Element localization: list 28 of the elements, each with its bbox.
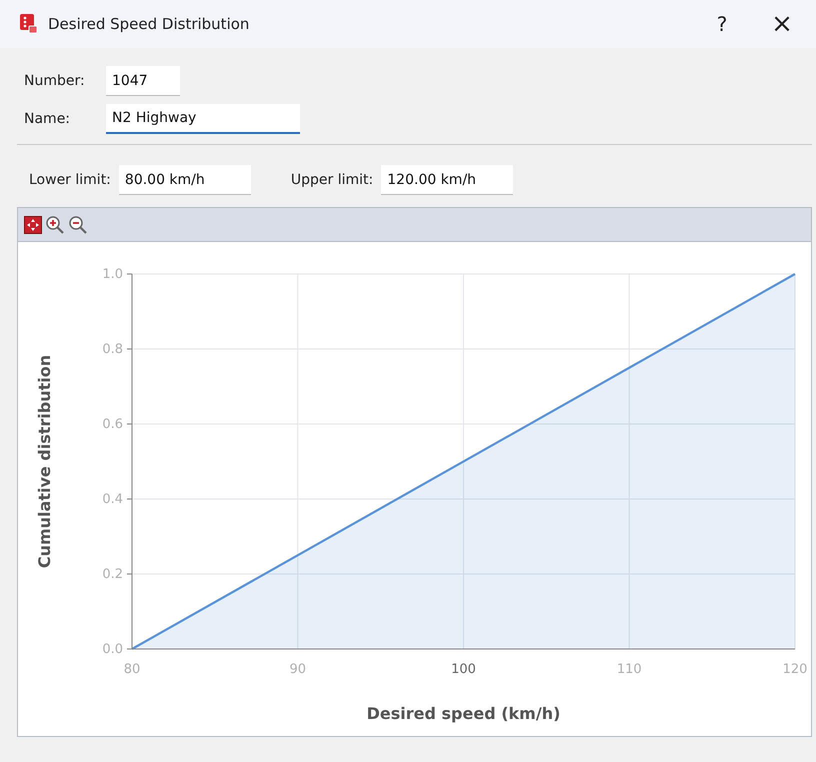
axis-title: Desired speed (km/h): [366, 704, 560, 723]
zoom-in-icon[interactable]: [45, 214, 65, 234]
input-field[interactable]: 80.00 km/h: [118, 165, 251, 195]
axis-title: Cumulative distribution: [35, 354, 54, 568]
input-field[interactable]: 120.00 km/h: [381, 165, 514, 195]
tick-label: 0.4: [102, 492, 123, 507]
field-label: Number:: [24, 73, 86, 89]
zoom-fit-icon[interactable]: [24, 216, 42, 234]
tick-label: 80: [124, 662, 140, 677]
app-icon: [20, 14, 38, 34]
window-title: Desired Speed Distribution: [48, 15, 250, 33]
tick-label: 0.0: [102, 642, 123, 657]
zoom-out-icon[interactable]: [68, 214, 88, 234]
tick-label: 120: [782, 662, 808, 677]
input-field[interactable]: N2 Highway: [106, 104, 300, 134]
close-button[interactable]: ×: [752, 9, 812, 39]
tick-label: 0.2: [102, 567, 123, 582]
tick-label: 0.8: [102, 342, 123, 357]
help-button[interactable]: ?: [692, 12, 752, 36]
tick-label: 0.6: [102, 417, 123, 432]
tick-label: 1.0: [102, 267, 123, 282]
field-label: Lower limit:: [29, 172, 111, 188]
field-label: Name:: [24, 111, 72, 127]
field-label: Upper limit:: [290, 172, 374, 188]
input-field[interactable]: 1047: [106, 66, 180, 96]
tick-label: 90: [289, 662, 306, 677]
tick-label: 100: [451, 662, 476, 677]
tick-label: 110: [616, 662, 642, 677]
